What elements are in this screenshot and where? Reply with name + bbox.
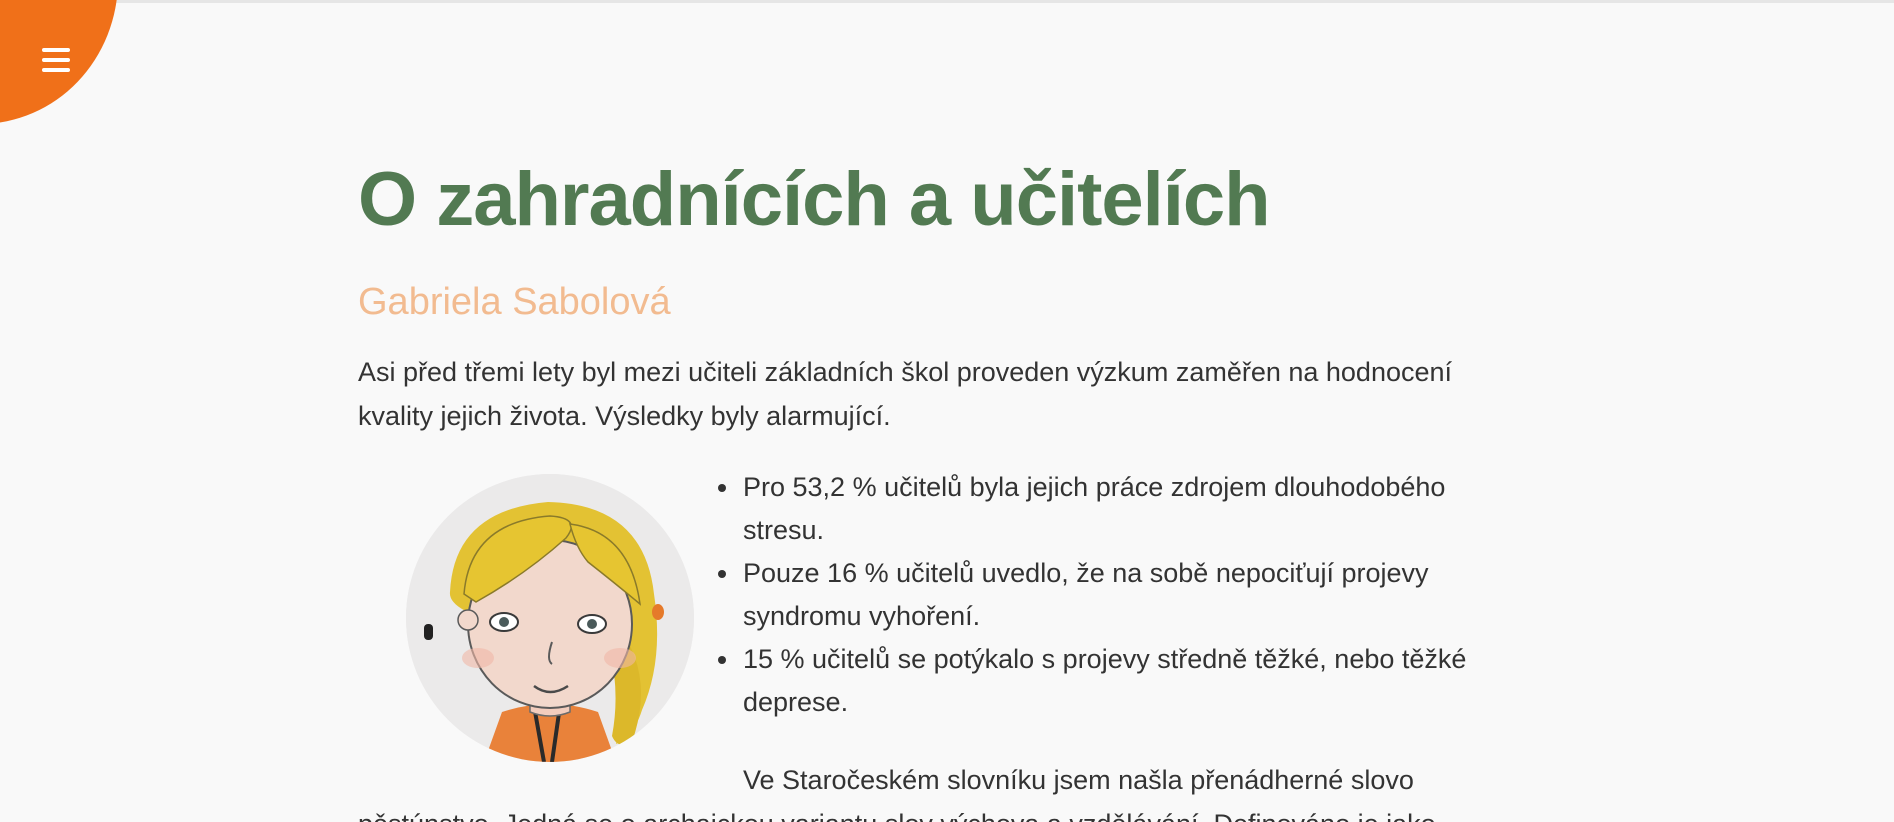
findings-list: Pro 53,2 % učitelů byla jejich práce zdr… bbox=[718, 466, 1503, 724]
list-item: 15 % učitelů se potýkalo s projevy střed… bbox=[718, 638, 1503, 724]
hamburger-line bbox=[42, 58, 70, 62]
portrait-drawing bbox=[406, 474, 694, 762]
hamburger-icon[interactable] bbox=[42, 48, 70, 72]
findings-section: Pro 53,2 % učitelů byla jejich práce zdr… bbox=[358, 466, 1498, 762]
top-divider bbox=[0, 0, 1894, 3]
article: O zahradnících a učitelích Gabriela Sabo… bbox=[358, 150, 1498, 762]
hamburger-line bbox=[42, 68, 70, 72]
article-title: O zahradnících a učitelích bbox=[358, 157, 1271, 242]
hamburger-line bbox=[42, 48, 70, 52]
list-item: Pouze 16 % učitelů uvedlo, že na sobě ne… bbox=[718, 552, 1503, 638]
intro-paragraph: Asi před třemi lety byl mezi učiteli zák… bbox=[358, 357, 1453, 431]
article-author: Gabriela Sabolová bbox=[358, 281, 671, 323]
list-item: Pro 53,2 % učitelů byla jejich práce zdr… bbox=[718, 466, 1503, 552]
author-portrait-image bbox=[406, 474, 694, 762]
body-paragraph: Ve Staročeském slovníku jsem našla přená… bbox=[358, 765, 1436, 822]
menu-toggle-button[interactable] bbox=[0, 0, 118, 124]
